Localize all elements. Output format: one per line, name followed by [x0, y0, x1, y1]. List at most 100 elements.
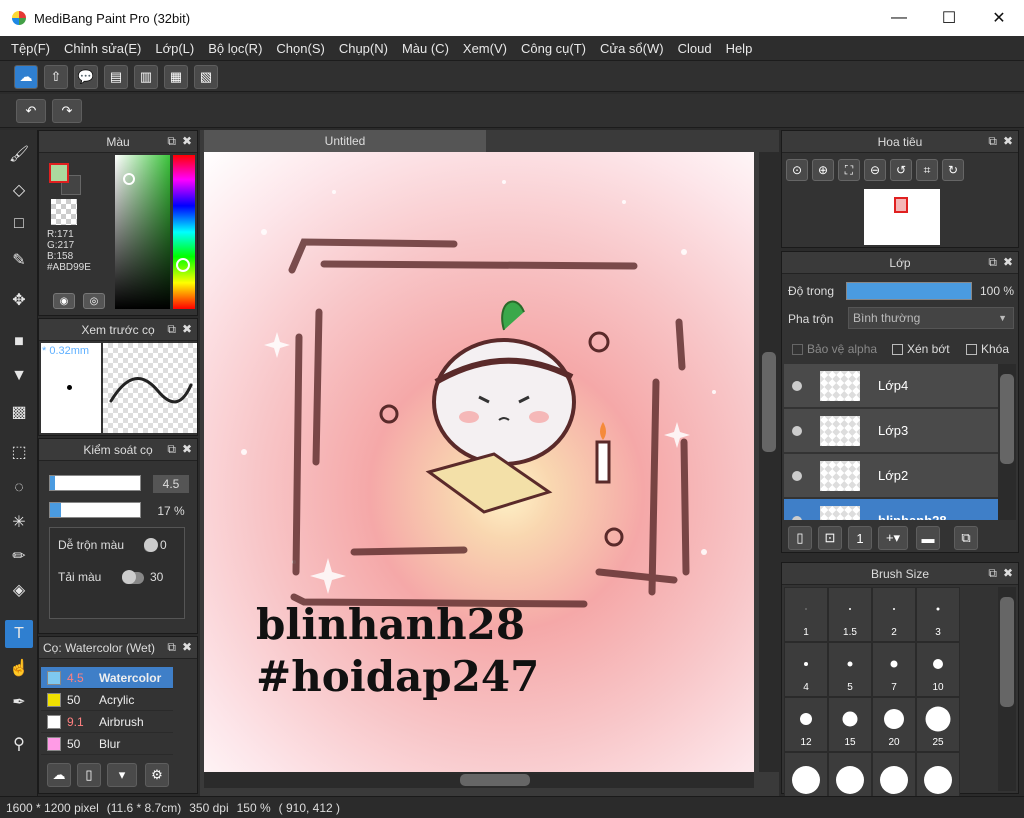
- maximize-button[interactable]: ☐: [924, 0, 974, 36]
- layer-scrollbar[interactable]: [998, 364, 1016, 520]
- menu-edit[interactable]: Chỉnh sửa(E): [57, 41, 148, 56]
- visibility-icon[interactable]: [792, 470, 802, 481]
- document-tab[interactable]: Untitled: [204, 130, 486, 152]
- cloud-save-icon[interactable]: ☁: [14, 65, 38, 89]
- visibility-icon[interactable]: [792, 515, 802, 520]
- brush-opacity-slider[interactable]: [49, 502, 141, 518]
- canvas-vertical-scrollbar[interactable]: [759, 152, 779, 772]
- gradient-tool-icon[interactable]: ▩: [5, 398, 33, 426]
- menu-help[interactable]: Help: [719, 41, 760, 56]
- brush-size-cell[interactable]: 3: [916, 587, 960, 642]
- brush-size-scrollbar[interactable]: [998, 587, 1016, 791]
- close-panel-icon[interactable]: ✖: [182, 322, 192, 337]
- text-tool-icon[interactable]: T: [5, 620, 33, 648]
- transparent-color-swatch[interactable]: [51, 199, 77, 225]
- close-panel-icon[interactable]: ✖: [1003, 255, 1013, 270]
- brush-size-scroll-thumb[interactable]: [1000, 597, 1014, 707]
- menu-window[interactable]: Cửa sổ(W): [593, 41, 671, 56]
- brush-size-cell[interactable]: 2: [872, 587, 916, 642]
- brush-size-cell[interactable]: 1.5: [828, 587, 872, 642]
- brush-item-watercolor[interactable]: 4.5 Watercolor: [41, 667, 173, 689]
- menu-layer[interactable]: Lớp(L): [148, 41, 201, 56]
- layer-scroll-thumb[interactable]: [1000, 374, 1014, 464]
- select-eraser-icon[interactable]: ◈: [5, 576, 33, 604]
- layer-row[interactable]: Lớp4: [784, 364, 998, 408]
- dot-tool-icon[interactable]: ✎: [5, 246, 33, 274]
- layer-opacity-slider[interactable]: [846, 282, 972, 300]
- redo-icon[interactable]: ↷: [52, 99, 82, 123]
- palette-button-icon[interactable]: ◉: [53, 293, 75, 309]
- clip-checkbox[interactable]: Xén bớt: [892, 342, 950, 356]
- lock-checkbox[interactable]: Khóa: [966, 342, 1009, 356]
- brush-size-cell[interactable]: 15: [828, 697, 872, 752]
- menu-file[interactable]: Tệp(F): [4, 41, 57, 56]
- hue-cursor[interactable]: [176, 258, 190, 272]
- select-pen-icon[interactable]: ✏: [5, 542, 33, 570]
- brush-options-icon[interactable]: ▾: [107, 763, 137, 787]
- brush-size-cell[interactable]: 1: [784, 587, 828, 642]
- brush-size-cell[interactable]: 25: [916, 697, 960, 752]
- brush-size-cell[interactable]: 4: [784, 642, 828, 697]
- magic-wand-icon[interactable]: ✳: [5, 508, 33, 536]
- undo-icon[interactable]: ↶: [16, 99, 46, 123]
- brush-size-cell[interactable]: 5: [828, 642, 872, 697]
- message-icon[interactable]: ▤: [104, 65, 128, 89]
- foreground-color-swatch[interactable]: [49, 163, 69, 183]
- blend-mode-select[interactable]: Bình thường ▼: [848, 307, 1014, 329]
- document-icon[interactable]: ▥: [134, 65, 158, 89]
- new-brush-icon[interactable]: ▯: [77, 763, 101, 787]
- comment-icon[interactable]: 💬: [74, 65, 98, 89]
- close-panel-icon[interactable]: ✖: [1003, 134, 1013, 149]
- drawing-canvas[interactable]: blinhanh28 #hoidap247: [204, 152, 754, 772]
- brush-item-airbrush[interactable]: 9.1 Airbrush: [41, 711, 173, 733]
- brush-item-blur[interactable]: 50 Blur: [41, 733, 173, 755]
- close-panel-icon[interactable]: ✖: [182, 640, 192, 655]
- settings-icon[interactable]: ▧: [194, 65, 218, 89]
- view-rectangle[interactable]: [894, 197, 908, 213]
- layer-row[interactable]: Lớp2: [784, 454, 998, 498]
- actual-size-icon[interactable]: ⌗: [916, 159, 938, 181]
- zoom-out-icon[interactable]: ⊖: [864, 159, 886, 181]
- undock-icon[interactable]: ⧉: [167, 640, 176, 655]
- fill-rect-tool-icon[interactable]: ■: [5, 328, 33, 356]
- cloud-brush-icon[interactable]: ☁: [47, 763, 71, 787]
- undock-icon[interactable]: ⧉: [988, 566, 997, 581]
- operation-tool-icon[interactable]: ☝: [5, 654, 33, 682]
- new-1bit-layer-icon[interactable]: 1: [848, 526, 872, 550]
- menu-color[interactable]: Màu (C): [395, 41, 456, 56]
- rectangle-tool-icon[interactable]: □: [5, 210, 33, 238]
- menu-tools[interactable]: Công cụ(T): [514, 41, 593, 56]
- swap-color-icon[interactable]: ◎: [83, 293, 105, 309]
- zoom-in-icon[interactable]: ⊕: [812, 159, 834, 181]
- undock-icon[interactable]: ⧉: [167, 442, 176, 457]
- lasso-tool-icon[interactable]: ◌: [5, 474, 33, 502]
- close-panel-icon[interactable]: ✖: [1003, 566, 1013, 581]
- layer-row[interactable]: Lớp3: [784, 409, 998, 453]
- undock-icon[interactable]: ⧉: [988, 134, 997, 149]
- brush-tool-icon[interactable]: 🖌: [5, 140, 33, 168]
- eyedropper-tool-icon[interactable]: ⚲: [5, 730, 33, 758]
- hscroll-thumb[interactable]: [460, 774, 530, 786]
- brush-size-cell[interactable]: 10: [916, 642, 960, 697]
- hue-slider[interactable]: [173, 155, 195, 309]
- brush-size-cell[interactable]: 12: [784, 697, 828, 752]
- brush-opacity-value[interactable]: 17 %: [153, 502, 189, 520]
- undock-icon[interactable]: ⧉: [167, 322, 176, 337]
- manage-icon[interactable]: ▦: [164, 65, 188, 89]
- brush-size-value[interactable]: 4.5: [153, 475, 189, 493]
- new-halftone-layer-icon[interactable]: ⊡: [818, 526, 842, 550]
- duplicate-layer-icon[interactable]: ⧉: [954, 526, 978, 550]
- folder-icon[interactable]: ▬: [916, 526, 940, 550]
- menu-select[interactable]: Chọn(S): [269, 41, 331, 56]
- move-tool-icon[interactable]: ✥: [5, 286, 33, 314]
- brush-size-slider[interactable]: [49, 475, 141, 491]
- protect-alpha-checkbox[interactable]: Bảo vệ alpha: [792, 342, 877, 356]
- add-layer-menu-icon[interactable]: +▾: [878, 526, 908, 550]
- brush-settings-icon[interactable]: ⚙: [145, 763, 169, 787]
- menu-snap[interactable]: Chụp(N): [332, 41, 395, 56]
- eraser-tool-icon[interactable]: ◇: [5, 176, 33, 204]
- navigator-thumbnail[interactable]: [864, 189, 940, 245]
- canvas-horizontal-scrollbar[interactable]: [204, 772, 754, 788]
- vscroll-thumb[interactable]: [762, 352, 776, 452]
- load-knob[interactable]: [122, 570, 144, 584]
